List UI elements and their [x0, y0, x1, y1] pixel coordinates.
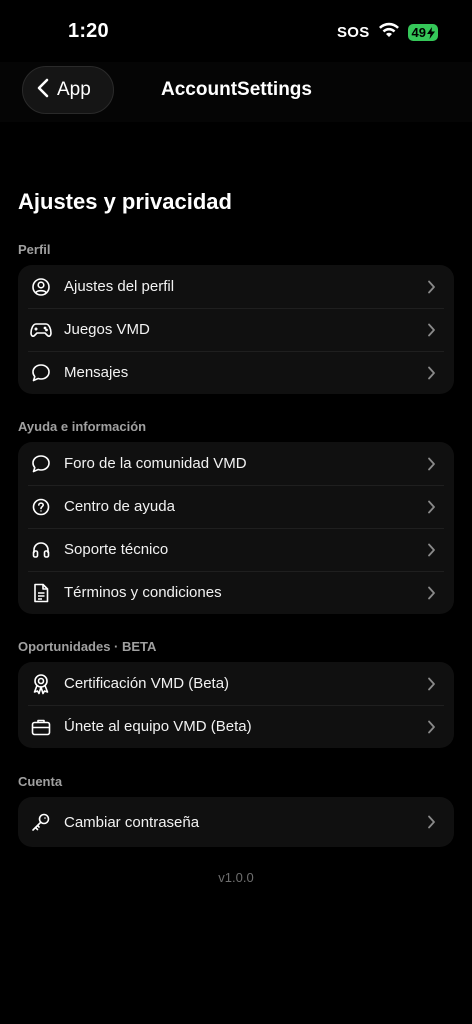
- page-title: Ajustes y privacidad: [18, 189, 232, 214]
- status-bar: 1:20 SOS 49: [0, 0, 472, 62]
- settings-row-cambiar-contrasena[interactable]: Cambiar contraseña: [28, 797, 444, 847]
- section-label-perfil: Perfil: [18, 242, 51, 257]
- settings-row-ajustes-del-perfil[interactable]: Ajustes del perfil: [28, 265, 444, 308]
- chevron-right-icon: [424, 677, 438, 691]
- row-label: Términos y condiciones: [64, 584, 222, 601]
- row-label: Únete al equipo VMD (Beta): [64, 718, 252, 735]
- battery-level: 49: [411, 25, 426, 40]
- briefcase-icon: [30, 716, 52, 738]
- settings-row-unete-equipo[interactable]: Únete al equipo VMD (Beta): [28, 705, 444, 748]
- chevron-right-icon: [424, 323, 438, 337]
- row-label: Foro de la comunidad VMD: [64, 455, 247, 472]
- group-perfil: Ajustes del perfil Juegos VMD Mensajes: [18, 265, 454, 394]
- row-label: Mensajes: [64, 364, 129, 381]
- settings-row-certificacion[interactable]: Certificación VMD (Beta): [28, 662, 444, 705]
- chevron-right-icon: [424, 366, 438, 380]
- chevron-right-icon: [424, 720, 438, 734]
- status-indicators: SOS 49: [337, 22, 438, 43]
- chat-bubble-icon: [30, 362, 52, 384]
- settings-row-juegos-vmd[interactable]: Juegos VMD: [28, 308, 444, 351]
- row-label: Soporte técnico: [64, 541, 169, 558]
- headphones-icon: [30, 539, 52, 561]
- settings-row-centro-de-ayuda[interactable]: Centro de ayuda: [28, 485, 444, 528]
- group-oportunidades: Certificación VMD (Beta) Únete al equipo…: [18, 662, 454, 748]
- row-label: Certificación VMD (Beta): [64, 675, 230, 692]
- key-icon: [30, 811, 52, 833]
- section-label-oportunidades: Oportunidades · BETA: [18, 639, 157, 654]
- chevron-right-icon: [424, 815, 438, 829]
- user-circle-icon: [30, 276, 52, 298]
- award-icon: [30, 673, 52, 695]
- section-label-cuenta: Cuenta: [18, 774, 63, 789]
- nav-title: AccountSettings: [161, 79, 312, 100]
- charging-icon: [427, 26, 435, 39]
- row-label: Ajustes del perfil: [64, 278, 175, 295]
- chevron-right-icon: [424, 586, 438, 600]
- document-icon: [30, 582, 52, 604]
- settings-row-foro-comunidad[interactable]: Foro de la comunidad VMD: [28, 442, 444, 485]
- wifi-icon: [378, 22, 400, 43]
- navigation-bar: App AccountSettings: [0, 62, 472, 122]
- chat-bubble-icon: [30, 453, 52, 475]
- group-cuenta: Cambiar contraseña: [18, 797, 454, 847]
- app-version: v1.0.0: [218, 870, 254, 885]
- settings-row-terminos[interactable]: Términos y condiciones: [28, 571, 444, 614]
- row-label: Centro de ayuda: [64, 498, 175, 515]
- settings-row-mensajes[interactable]: Mensajes: [28, 351, 444, 394]
- row-label: Cambiar contraseña: [64, 813, 200, 831]
- help-circle-icon: [30, 496, 52, 518]
- chevron-right-icon: [424, 543, 438, 557]
- gamepad-icon: [30, 319, 52, 341]
- chevron-right-icon: [424, 457, 438, 471]
- status-time: 1:20: [68, 20, 109, 42]
- group-ayuda: Foro de la comunidad VMD Centro de ayuda…: [18, 442, 454, 614]
- chevron-right-icon: [424, 500, 438, 514]
- settings-row-soporte-tecnico[interactable]: Soporte técnico: [28, 528, 444, 571]
- row-label: Juegos VMD: [64, 321, 150, 338]
- chevron-right-icon: [424, 280, 438, 294]
- sos-indicator: SOS: [336, 24, 370, 41]
- battery-indicator: 49: [407, 24, 438, 41]
- section-label-ayuda: Ayuda e información: [18, 419, 147, 434]
